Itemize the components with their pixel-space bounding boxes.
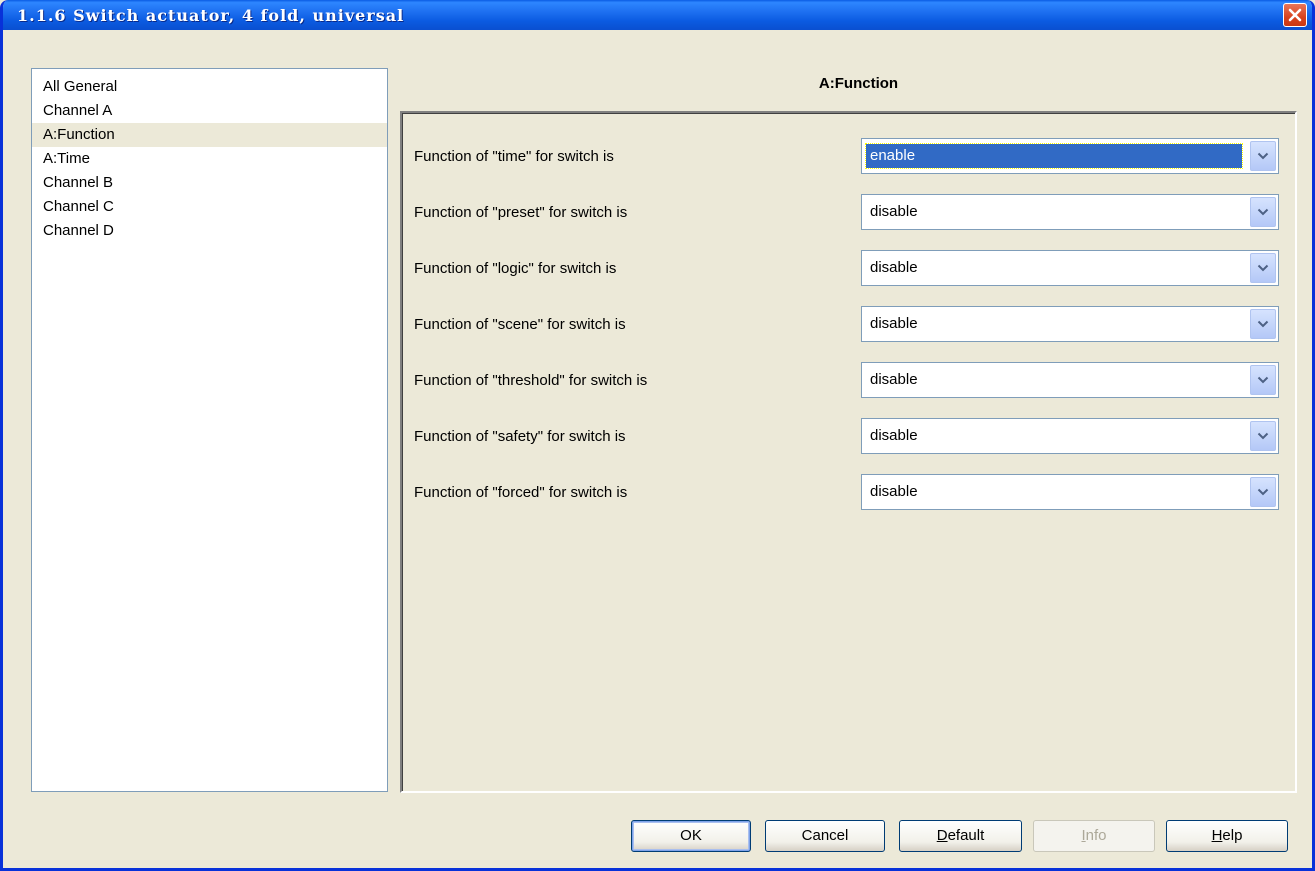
info-label: nfo (1085, 827, 1107, 844)
chevron-down-icon (1257, 320, 1269, 328)
param-row-logic: Function of "logic" for switch is disabl… (402, 250, 1295, 286)
select-value: enable (865, 143, 1243, 169)
dropdown-button[interactable] (1250, 477, 1276, 507)
select-value: disable (870, 427, 918, 444)
select-value: disable (870, 315, 918, 332)
select-value: disable (870, 203, 918, 220)
help-button[interactable]: Help (1166, 820, 1288, 852)
tree-item-channel-a[interactable]: Channel A (32, 99, 387, 123)
close-icon (1288, 8, 1302, 22)
param-select-threshold[interactable]: disable (861, 362, 1279, 398)
ok-button[interactable]: OK (631, 820, 751, 852)
dropdown-button[interactable] (1250, 421, 1276, 451)
tree-item-channel-d[interactable]: Channel D (32, 219, 387, 243)
param-row-scene: Function of "scene" for switch is disabl… (402, 306, 1295, 342)
dropdown-button[interactable] (1250, 365, 1276, 395)
param-label-safety: Function of "safety" for switch is (414, 428, 626, 445)
cancel-button[interactable]: Cancel (765, 820, 885, 852)
tree-item-all-general[interactable]: All General (32, 75, 387, 99)
param-label-logic: Function of "logic" for switch is (414, 260, 617, 277)
help-label: elp (1222, 827, 1243, 844)
dialog-window: 1.1.6 Switch actuator, 4 fold, universal… (0, 0, 1315, 871)
param-row-forced: Function of "forced" for switch is disab… (402, 474, 1295, 510)
param-select-scene[interactable]: disable (861, 306, 1279, 342)
panel-title: A:Function (818, 75, 899, 92)
close-button[interactable] (1283, 3, 1307, 27)
dropdown-button[interactable] (1250, 197, 1276, 227)
chevron-down-icon (1257, 152, 1269, 160)
param-label-threshold: Function of "threshold" for switch is (414, 372, 648, 389)
param-label-time: Function of "time" for switch is (414, 148, 614, 165)
dropdown-button[interactable] (1250, 141, 1276, 171)
help-mnemonic: H (1211, 827, 1223, 844)
select-value: disable (870, 371, 918, 388)
default-label: efault (947, 827, 985, 844)
param-select-forced[interactable]: disable (861, 474, 1279, 510)
chevron-down-icon (1257, 264, 1269, 272)
chevron-down-icon (1257, 208, 1269, 216)
parameter-tree: All General Channel A A:Function A:Time … (31, 68, 388, 792)
param-label-scene: Function of "scene" for switch is (414, 316, 626, 333)
dropdown-button[interactable] (1250, 309, 1276, 339)
dropdown-button[interactable] (1250, 253, 1276, 283)
param-label-preset: Function of "preset" for switch is (414, 204, 628, 221)
chevron-down-icon (1257, 432, 1269, 440)
param-label-forced: Function of "forced" for switch is (414, 484, 628, 501)
param-select-logic[interactable]: disable (861, 250, 1279, 286)
window-title: 1.1.6 Switch actuator, 4 fold, universal (17, 6, 405, 25)
param-row-threshold: Function of "threshold" for switch is di… (402, 362, 1295, 398)
param-row-preset: Function of "preset" for switch is disab… (402, 194, 1295, 230)
default-button[interactable]: Default (899, 820, 1022, 852)
param-select-safety[interactable]: disable (861, 418, 1279, 454)
select-value: disable (870, 259, 918, 276)
tree-item-a-time[interactable]: A:Time (32, 147, 387, 171)
tree-item-a-function[interactable]: A:Function (32, 123, 387, 147)
chevron-down-icon (1257, 488, 1269, 496)
default-mnemonic: D (936, 827, 948, 844)
parameter-panel: Function of "time" for switch is enable … (400, 111, 1297, 793)
param-select-time[interactable]: enable (861, 138, 1279, 174)
tree-item-channel-b[interactable]: Channel B (32, 171, 387, 195)
param-row-time: Function of "time" for switch is enable (402, 138, 1295, 174)
param-select-preset[interactable]: disable (861, 194, 1279, 230)
info-button[interactable]: Info (1033, 820, 1155, 852)
tree-item-channel-c[interactable]: Channel C (32, 195, 387, 219)
param-row-safety: Function of "safety" for switch is disab… (402, 418, 1295, 454)
select-value: disable (870, 483, 918, 500)
chevron-down-icon (1257, 376, 1269, 384)
title-bar[interactable]: 1.1.6 Switch actuator, 4 fold, universal (3, 0, 1312, 30)
